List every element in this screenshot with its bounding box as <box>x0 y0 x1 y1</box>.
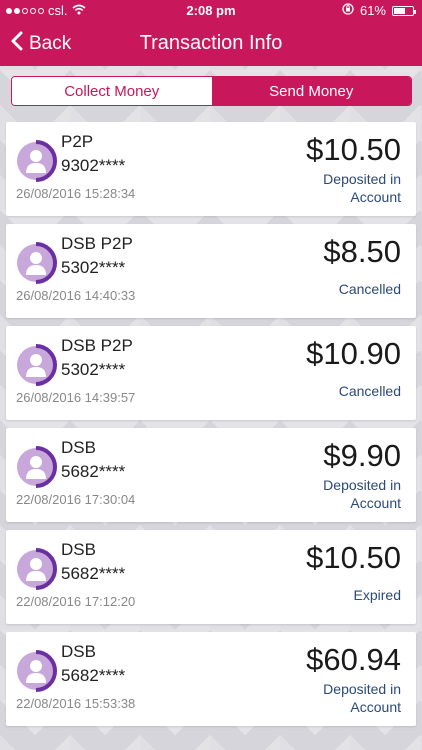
transaction-card[interactable]: DSB 5682**** 22/08/2016 15:53:38 $60.94 … <box>6 632 416 726</box>
avatar-icon <box>15 344 57 386</box>
transaction-name: DSB P2P <box>61 336 133 355</box>
transaction-status: Deposited in Account <box>323 171 401 205</box>
tab-send-money[interactable]: Send Money <box>211 77 411 105</box>
transaction-card[interactable]: DSB P2P 5302**** 26/08/2016 14:40:33 $8.… <box>6 224 416 318</box>
transaction-amount: $8.50 <box>323 234 401 269</box>
transaction-amount: $10.50 <box>306 540 401 575</box>
transaction-name: DSB P2P <box>61 234 133 253</box>
status-right: 61% <box>342 3 416 18</box>
avatar-icon <box>15 446 57 488</box>
transaction-account: 5682**** <box>61 666 126 685</box>
transaction-datetime: 26/08/2016 14:40:33 <box>16 288 136 303</box>
transaction-status: Cancelled <box>338 383 401 399</box>
tab-collect-money[interactable]: Collect Money <box>12 77 212 105</box>
transaction-amount: $9.90 <box>323 438 401 473</box>
transaction-datetime: 22/08/2016 17:30:04 <box>16 492 136 507</box>
orientation-lock-icon <box>342 3 354 18</box>
transaction-card[interactable]: P2P 9302**** 26/08/2016 15:28:34 $10.50 … <box>6 122 416 216</box>
transaction-amount: $10.90 <box>306 336 401 371</box>
transaction-name: DSB <box>61 642 96 661</box>
transaction-account: 5682**** <box>61 564 126 583</box>
transaction-datetime: 22/08/2016 17:12:20 <box>16 594 136 609</box>
avatar-icon <box>15 548 57 590</box>
transaction-name: DSB <box>61 438 96 457</box>
transaction-account: 5302**** <box>61 360 126 379</box>
battery-icon <box>392 5 416 16</box>
transaction-datetime: 22/08/2016 15:53:38 <box>16 696 136 711</box>
page-title: Transaction Info <box>139 32 283 54</box>
transaction-name: P2P <box>61 132 94 151</box>
transaction-amount: $10.50 <box>306 132 401 167</box>
transaction-card[interactable]: DSB 5682**** 22/08/2016 17:30:04 $9.90 D… <box>6 428 416 522</box>
top-bar: csl. 2:08 pm 61% Back Transaction Info <box>0 0 422 66</box>
avatar-icon <box>15 140 57 182</box>
avatar-icon <box>15 650 57 692</box>
transaction-datetime: 26/08/2016 14:39:57 <box>16 390 136 405</box>
transaction-card[interactable]: DSB P2P 5302**** 26/08/2016 14:39:57 $10… <box>6 326 416 420</box>
transaction-status: Expired <box>353 587 401 603</box>
transaction-status: Deposited in Account <box>323 681 401 715</box>
nav-bar: Back Transaction Info <box>0 22 422 66</box>
transaction-status: Deposited in Account <box>323 477 401 511</box>
transaction-datetime: 26/08/2016 15:28:34 <box>16 186 136 201</box>
segmented-control: Collect Money Send Money <box>11 76 412 106</box>
avatar-icon <box>15 242 57 284</box>
transaction-account: 9302**** <box>61 156 126 175</box>
battery-percent: 61% <box>359 3 386 18</box>
status-bar: csl. 2:08 pm 61% <box>0 0 422 22</box>
transaction-status: Cancelled <box>338 281 401 297</box>
transaction-card[interactable]: DSB 5682**** 22/08/2016 17:12:20 $10.50 … <box>6 530 416 624</box>
transaction-amount: $60.94 <box>306 642 401 677</box>
transaction-account: 5682**** <box>61 462 126 481</box>
transaction-account: 5302**** <box>61 258 126 277</box>
tab-bar: Collect Money Send Money <box>0 66 422 114</box>
transaction-name: DSB <box>61 540 96 559</box>
